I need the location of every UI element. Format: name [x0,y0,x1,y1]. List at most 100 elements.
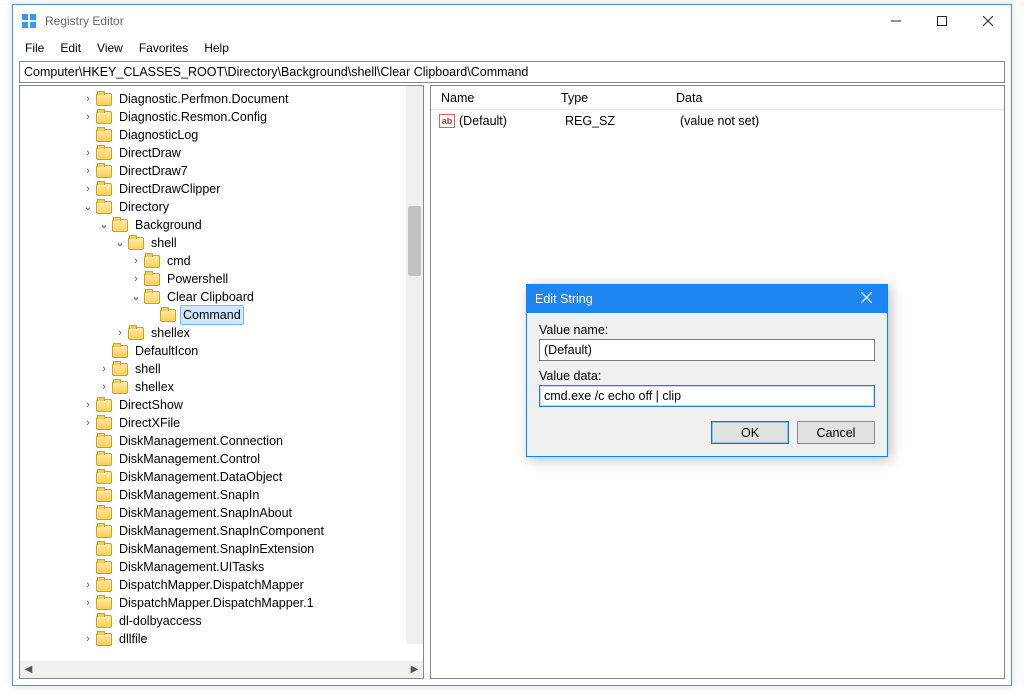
tree-node[interactable]: ⌄Directory [20,198,423,216]
column-name[interactable]: Name [431,91,551,105]
tree-node[interactable]: ›shellex [20,378,423,396]
tree-node[interactable]: ⌄Background [20,216,423,234]
expand-icon[interactable]: › [114,324,126,342]
tree-node[interactable]: ›DispatchMapper.DispatchMapper.1 [20,594,423,612]
menu-favorites[interactable]: Favorites [131,39,196,57]
tree-node[interactable]: DiskManagement.SnapInExtension [20,540,423,558]
expand-icon[interactable]: › [82,162,94,180]
folder-icon [144,273,160,286]
menu-edit[interactable]: Edit [52,39,89,57]
tree-node[interactable]: › DirectDrawClipper [20,180,423,198]
tree-node-label: dl-dolbyaccess [116,612,205,630]
menu-help[interactable]: Help [196,39,237,57]
tree-node[interactable]: DiagnosticLog [20,126,423,144]
tree-node[interactable]: ⌄Clear Clipboard [20,288,423,306]
collapse-icon[interactable]: ⌄ [130,288,142,306]
folder-icon [96,615,112,628]
tree-node[interactable]: › DirectDraw7 [20,162,423,180]
tree-horizontal-scrollbar[interactable]: ◀ ▶ [20,661,423,678]
tree-node[interactable]: ›DirectXFile [20,414,423,432]
registry-tree[interactable]: ›Diagnostic.Perfmon.Document›Diagnostic.… [20,86,423,652]
tree-node[interactable]: DiskManagement.SnapInComponent [20,522,423,540]
address-bar[interactable]: Computer\HKEY_CLASSES_ROOT\Directory\Bac… [19,61,1005,83]
folder-icon [112,345,128,358]
tree-node[interactable]: DiskManagement.SnapInAbout [20,504,423,522]
expand-icon[interactable]: › [82,180,94,198]
tree-node-label: DirectDraw [116,144,184,162]
column-type[interactable]: Type [551,91,666,105]
tree-node[interactable]: DiskManagement.Control [20,450,423,468]
dialog-titlebar[interactable]: Edit String [527,285,887,313]
expand-icon[interactable]: › [130,270,142,288]
tree-node-label: DirectDraw7 [116,162,191,180]
expand-icon[interactable]: › [130,252,142,270]
expand-icon[interactable]: › [82,594,94,612]
expand-icon[interactable]: › [82,396,94,414]
close-button[interactable] [965,5,1011,37]
tree-node[interactable]: DiskManagement.UITasks [20,558,423,576]
expand-icon[interactable]: › [82,630,94,648]
expand-icon[interactable]: › [82,90,94,108]
tree-node[interactable]: ›DispatchMapper.DispatchMapper [20,576,423,594]
tree-node[interactable]: › DirectDraw [20,144,423,162]
tree-node-label: DirectShow [116,396,186,414]
tree-node[interactable]: ›dllfile [20,630,423,648]
value-row[interactable]: ab (Default) REG_SZ (value not set) [431,110,1004,132]
expand-icon[interactable]: › [98,360,110,378]
tree-node-label: DiagnosticLog [116,126,201,144]
column-data[interactable]: Data [666,91,1004,105]
folder-icon [128,237,144,250]
tree-node[interactable]: ›Diagnostic.Perfmon.Document [20,90,423,108]
scrollbar-thumb[interactable] [408,206,421,276]
value-type: REG_SZ [555,114,670,128]
folder-icon [96,183,112,196]
value-name-input[interactable] [539,339,875,361]
tree-node[interactable]: dl-dolbyaccess [20,612,423,630]
tree-node[interactable]: ›cmd [20,252,423,270]
scroll-left-icon[interactable]: ◀ [20,661,37,678]
folder-icon [96,111,112,124]
value-data-input[interactable] [539,385,875,407]
expand-icon[interactable]: › [98,378,110,396]
expand-icon[interactable]: › [82,144,94,162]
scrollbar-track[interactable] [37,661,406,678]
tree-node-label: DirectDrawClipper [116,180,223,198]
minimize-button[interactable] [873,5,919,37]
folder-icon [112,219,128,232]
collapse-icon[interactable]: ⌄ [114,234,126,252]
tree-node[interactable]: Command [20,306,423,324]
folder-icon [96,453,112,466]
maximize-button[interactable] [919,5,965,37]
tree-node[interactable]: DiskManagement.SnapIn [20,486,423,504]
expand-icon[interactable]: › [82,576,94,594]
menu-file[interactable]: File [17,39,52,57]
tree-vertical-scrollbar[interactable] [406,86,423,644]
folder-icon [112,363,128,376]
tree-node-label: shellex [148,324,193,342]
cancel-button[interactable]: Cancel [797,421,875,444]
tree-node[interactable]: ›shell [20,360,423,378]
folder-icon [96,633,112,646]
collapse-icon[interactable]: ⌄ [98,216,110,234]
tree-node[interactable]: DiskManagement.Connection [20,432,423,450]
expand-icon[interactable]: › [82,108,94,126]
tree-node-label: DiskManagement.DataObject [116,468,285,486]
tree-node[interactable]: ⌄shell [20,234,423,252]
tree-node[interactable]: DiskManagement.DataObject [20,468,423,486]
tree-node[interactable]: DefaultIcon [20,342,423,360]
dialog-close-button[interactable] [853,292,879,306]
tree-node[interactable]: › shellex [20,324,423,342]
tree-node[interactable]: › Powershell [20,270,423,288]
folder-icon [96,561,112,574]
menu-view[interactable]: View [89,39,131,57]
tree-node-label: Powershell [164,270,231,288]
expand-icon[interactable]: › [82,414,94,432]
tree-node[interactable]: ›Diagnostic.Resmon.Config [20,108,423,126]
tree-node[interactable]: › DirectShow [20,396,423,414]
window-title: Registry Editor [45,14,873,28]
scroll-right-icon[interactable]: ▶ [406,661,423,678]
collapse-icon[interactable]: ⌄ [82,198,94,216]
folder-icon [96,147,112,160]
folder-icon [96,399,112,412]
ok-button[interactable]: OK [711,421,789,444]
